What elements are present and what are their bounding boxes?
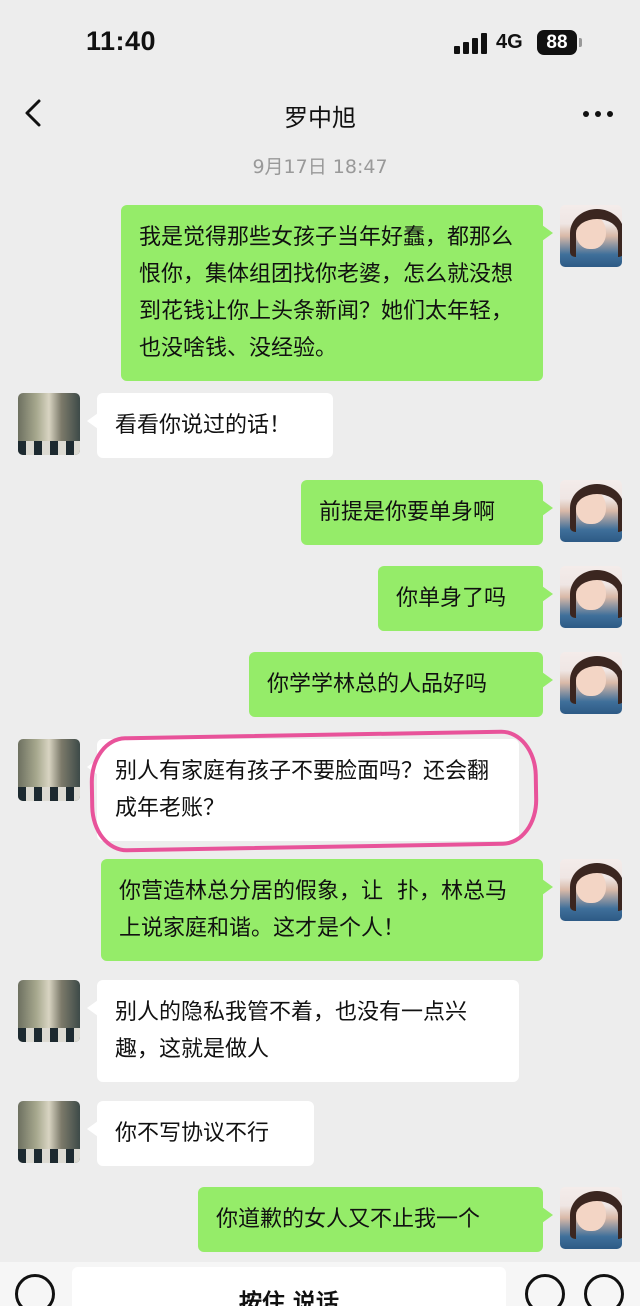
my-avatar[interactable] xyxy=(560,859,622,921)
chat-title: 罗中旭 xyxy=(284,104,356,132)
message-bubble-received[interactable]: 看看你说过的话！ xyxy=(87,393,333,458)
network-type: 4G xyxy=(496,31,523,53)
message-bubble-sent[interactable]: 前提是你要单身啊 xyxy=(301,480,553,545)
contact-avatar[interactable] xyxy=(18,393,80,455)
input-bar: 按住 说话 xyxy=(0,1262,640,1306)
battery-tip xyxy=(579,38,582,47)
my-avatar[interactable] xyxy=(560,1187,622,1249)
highlight-annotation xyxy=(89,729,539,853)
message-timestamp: 9月17日 18:47 xyxy=(252,156,388,178)
contact-avatar[interactable] xyxy=(18,980,80,1042)
keyboard-icon[interactable] xyxy=(15,1274,55,1306)
nav-bar: 罗中旭 xyxy=(0,86,640,146)
my-avatar[interactable] xyxy=(560,566,622,628)
my-avatar[interactable] xyxy=(560,205,622,267)
message-bubble-sent[interactable]: 你单身了吗 xyxy=(378,566,553,631)
signal-icon xyxy=(454,32,488,54)
my-avatar[interactable] xyxy=(560,652,622,714)
status-time: 11:40 xyxy=(86,26,157,56)
status-bar: 11:40 4G 88 xyxy=(0,0,640,86)
message-bubble-sent[interactable]: 你道歉的女人又不止我一个 xyxy=(198,1187,553,1252)
battery-icon: 88 xyxy=(537,30,577,55)
more-dots-icon[interactable] xyxy=(580,102,616,126)
message-bubble-received[interactable]: 你不写协议不行 xyxy=(87,1101,314,1166)
my-avatar[interactable] xyxy=(560,480,622,542)
contact-avatar[interactable] xyxy=(18,1101,80,1163)
contact-avatar[interactable] xyxy=(18,739,80,801)
message-bubble-sent[interactable]: 我是觉得那些女孩子当年好蠢，都那么恨你，集体组团找你老婆，怎么就没想到花钱让你上… xyxy=(121,205,553,381)
message-bubble-sent[interactable]: 你营造林总分居的假象，让 扑，林总马上说家庭和谐。这才是个人！ xyxy=(101,859,553,961)
message-bubble-sent[interactable]: 你学学林总的人品好吗 xyxy=(249,652,553,717)
hold-to-talk-button[interactable]: 按住 说话 xyxy=(72,1267,506,1306)
message-bubble-received[interactable]: 别人的隐私我管不着，也没有一点兴趣，这就是做人 xyxy=(87,980,519,1082)
plus-icon[interactable] xyxy=(584,1274,624,1306)
emoji-icon[interactable] xyxy=(525,1274,565,1306)
